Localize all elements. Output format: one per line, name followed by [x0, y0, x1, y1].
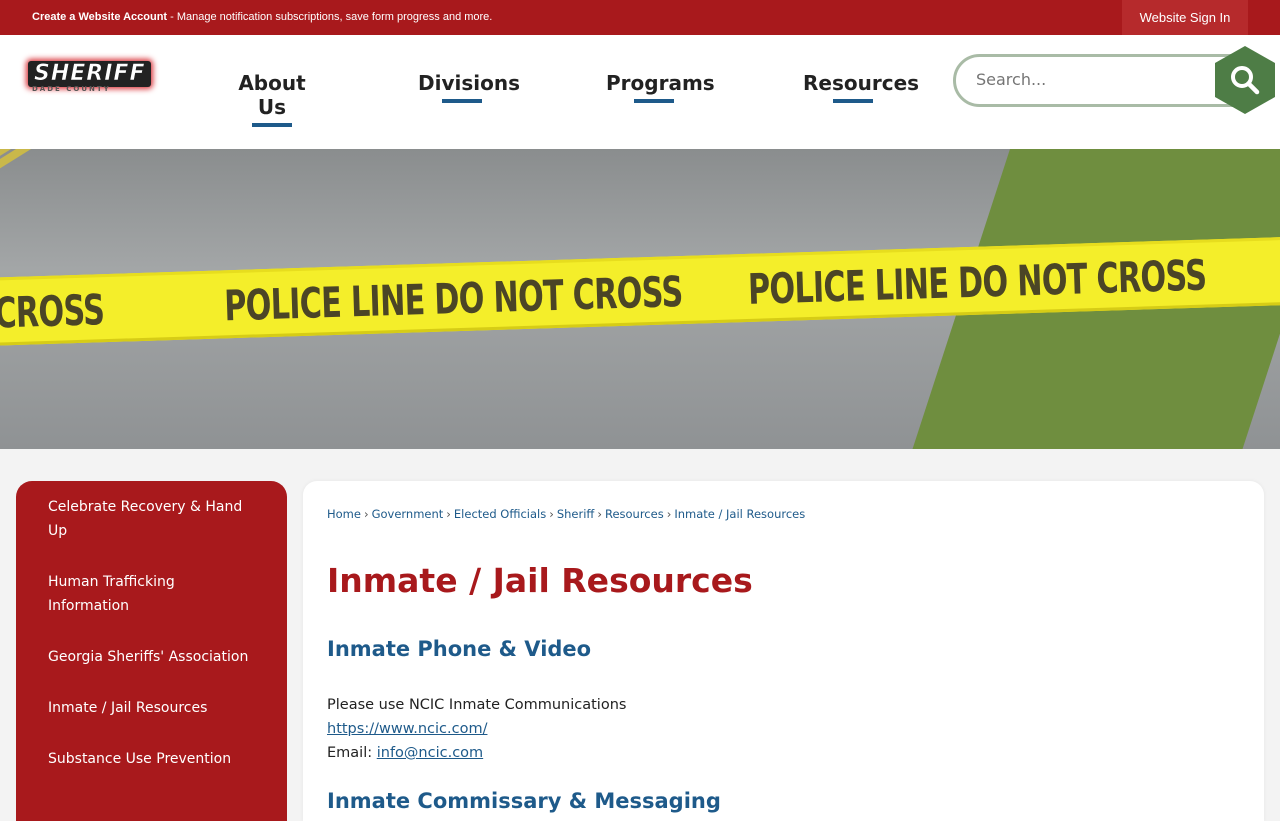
website-sign-in-button[interactable]: Website Sign In	[1122, 0, 1248, 35]
breadcrumb-elected-officials[interactable]: Elected Officials	[454, 507, 546, 521]
nav-underline	[634, 99, 674, 103]
ncic-website-link[interactable]: https://www.ncic.com/	[327, 721, 487, 737]
logo-title: SHERIFF	[28, 61, 152, 87]
tape-text: POLICE LINE DO NOT CROSS	[223, 266, 684, 331]
sidebar-nav: Celebrate Recovery & Hand Up Human Traff…	[16, 481, 287, 821]
nav-underline	[252, 123, 292, 127]
section-title-commissary: Inmate Commissary & Messaging	[327, 789, 721, 813]
nav-resources[interactable]: Resources	[803, 71, 919, 103]
sidebar-item-human-trafficking[interactable]: Human Trafficking Information	[16, 570, 287, 618]
sidebar-item-inmate-jail[interactable]: Inmate / Jail Resources	[16, 696, 287, 720]
nav-label: About Us	[238, 71, 306, 119]
main-content: Home › Government › Elected Officials › Sherif…	[303, 481, 1264, 821]
breadcrumb-government[interactable]: Government	[372, 507, 444, 521]
breadcrumb-separator: ›	[597, 507, 602, 521]
section-title-phone-video: Inmate Phone & Video	[327, 637, 592, 661]
ncic-instruction-text: Please use NCIC Inmate Communications	[327, 697, 627, 713]
breadcrumb-separator: ›	[549, 507, 554, 521]
sidebar-item-substance-use[interactable]: Substance Use Prevention	[16, 747, 287, 771]
breadcrumb-separator: ›	[446, 507, 451, 521]
nav-divisions[interactable]: Divisions	[418, 71, 520, 103]
tape-text-fragment: CROSS	[0, 285, 105, 338]
nav-label: Resources	[803, 71, 920, 95]
logo-subtitle: DADE COUNTY	[32, 85, 111, 93]
create-account-description: - Manage notification subscriptions, sav…	[167, 11, 493, 23]
hero-banner-image: CROSS POLICE LINE DO NOT CROSS POLICE LI…	[0, 149, 1280, 449]
sidebar-item-georgia-sheriffs[interactable]: Georgia Sheriffs' Association	[16, 645, 287, 669]
breadcrumb-home[interactable]: Home	[327, 507, 361, 521]
ncic-email-link[interactable]: info@ncic.com	[377, 745, 483, 761]
road-lane-line	[0, 149, 85, 233]
search-input[interactable]	[976, 70, 1206, 89]
create-account-link[interactable]: Create a Website Account	[32, 11, 167, 23]
breadcrumb-resources[interactable]: Resources	[605, 507, 664, 521]
breadcrumb-separator: ›	[666, 507, 672, 521]
nav-about-us[interactable]: About Us	[228, 71, 316, 127]
page-title: Inmate / Jail Resources	[327, 561, 753, 600]
breadcrumb-current[interactable]: Inmate / Jail Resources	[674, 507, 805, 521]
email-label: Email:	[327, 745, 377, 761]
site-header: SHERIFF DADE COUNTY About Us Divisions P…	[0, 35, 1280, 149]
search-box	[953, 54, 1259, 107]
sidebar-item-celebrate-recovery[interactable]: Celebrate Recovery & Hand Up	[16, 495, 287, 543]
nav-label: Divisions	[418, 71, 520, 95]
tape-text: POLICE LINE DO NOT CROSS	[747, 250, 1207, 314]
nav-underline	[442, 99, 482, 103]
breadcrumb: Home › Government › Elected Officials › Sherif…	[327, 507, 805, 521]
top-utility-bar: Create a Website Account - Manage notifi…	[0, 0, 1280, 35]
sheriff-logo[interactable]: SHERIFF DADE COUNTY	[20, 59, 160, 99]
nav-label: Programs	[606, 71, 715, 95]
create-account-banner: Create a Website Account - Manage notifi…	[32, 11, 492, 23]
nav-underline	[833, 99, 873, 103]
nav-programs[interactable]: Programs	[606, 71, 715, 103]
breadcrumb-sheriff[interactable]: Sheriff	[557, 507, 595, 521]
breadcrumb-separator: ›	[363, 507, 369, 521]
phone-video-info: Please use NCIC Inmate Communications ht…	[327, 693, 626, 765]
search-icon	[1231, 66, 1260, 95]
